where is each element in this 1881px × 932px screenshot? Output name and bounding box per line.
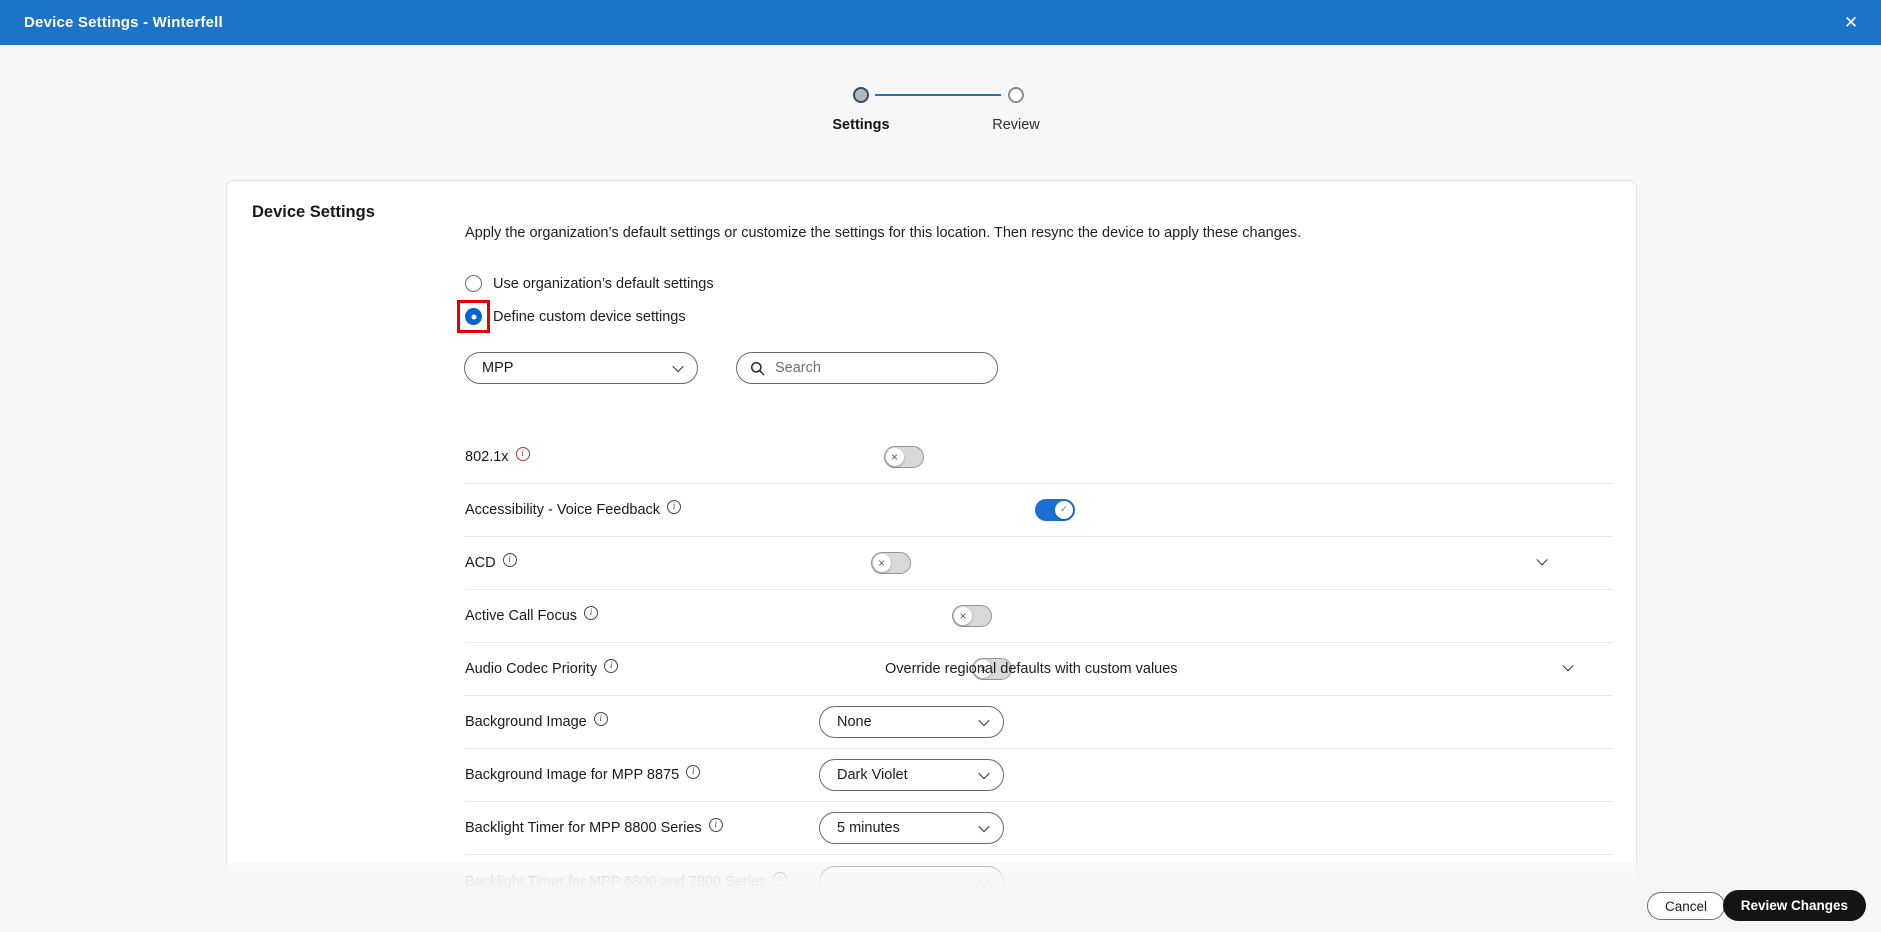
toggle-802-1x[interactable] [883,446,924,468]
step-settings-label: Settings [832,117,890,133]
dropdown-value: 5 minutes [837,820,900,836]
setting-label: Accessibility - Voice Feedback [465,500,682,518]
step-review-indicator [1008,87,1024,103]
chevron-down-icon [978,767,990,780]
setting-row: Accessibility - Voice Feedback [465,484,1612,537]
info-icon[interactable] [604,659,619,673]
check-icon [1055,501,1074,519]
chevron-down-icon [978,714,990,727]
chevron-down-icon [978,820,990,833]
setting-label: Backlight Timer for MPP 8800 Series [465,818,723,836]
info-icon[interactable] [515,447,530,461]
info-icon[interactable] [584,606,599,620]
setting-label: Active Call Focus [465,606,599,624]
search-box[interactable] [736,352,998,384]
setting-note: Override regional defaults with custom v… [885,661,1178,677]
setting-row: Background Image None [465,696,1612,749]
cancel-button[interactable]: Cancel [1646,892,1725,920]
stepper-connector [875,94,1001,96]
settings-mode-radio-group: Use organization’s default settings Defi… [457,275,714,341]
info-icon[interactable] [708,818,723,832]
cross-icon [885,448,904,466]
search-input[interactable] [775,360,985,376]
info-icon[interactable] [502,553,517,567]
dropdown-value: Dark Violet [837,767,908,783]
setting-row: Audio Codec Priority Override regional de… [465,643,1612,696]
settings-card: Device Settings Apply the organization’s… [226,180,1637,928]
dropdown-background-image[interactable]: None [819,706,1004,738]
radio-option-custom[interactable]: Define custom device settings [457,300,714,333]
setting-label: ACD [465,553,517,571]
info-icon[interactable] [686,765,701,779]
search-icon [750,361,765,375]
expand-chevron-down-icon[interactable] [1562,658,1574,676]
dropdown-background-image-for-mpp-8875[interactable]: Dark Violet [819,759,1004,791]
review-changes-button[interactable]: Review Changes [1722,890,1866,921]
toggle-acd[interactable] [870,552,911,574]
radio-unselected-icon[interactable] [465,275,482,292]
setting-row: Active Call Focus [465,590,1612,643]
settings-list: 802.1x Accessibility - Voice Feedback ACD A… [465,431,1612,908]
setting-row: Background Image for MPP 8875 Dark Violet [465,749,1612,802]
radio-option-org-default[interactable]: Use organization’s default settings [465,275,714,292]
radio-selected-icon[interactable] [465,308,482,325]
setting-row: Backlight Timer for MPP 8800 Series 5 min… [465,802,1612,855]
step-review-label: Review [992,117,1040,133]
settings-description: Apply the organization’s default setting… [465,225,1302,241]
device-type-dropdown[interactable]: MPP [464,352,698,384]
dropdown-backlight-timer-for-mpp-8800-series[interactable]: 5 minutes [819,812,1004,844]
toggle-active-call-focus[interactable] [952,605,993,627]
cross-icon [954,607,973,625]
setting-label: 802.1x [465,447,530,465]
info-icon[interactable] [667,500,682,514]
setting-row: 802.1x [465,431,1612,484]
cross-icon [872,554,891,572]
setting-row: ACD [465,537,1612,590]
card-title: Device Settings [252,203,375,221]
close-icon[interactable]: ✕ [1837,0,1865,45]
radio-option-label: Define custom device settings [493,308,686,325]
modal-title: Device Settings - Winterfell [24,14,223,31]
modal-footer: Cancel Review Changes [0,862,1881,932]
device-settings-modal: Device Settings - Winterfell ✕ Settings … [0,0,1881,932]
expand-chevron-down-icon[interactable] [1536,552,1548,570]
modal-header: Device Settings - Winterfell ✕ [0,0,1881,45]
device-type-dropdown-value: MPP [482,360,514,376]
setting-label: Background Image for MPP 8875 [465,765,701,783]
toggle-accessibility-voice-feedback[interactable] [1035,499,1076,521]
info-icon[interactable] [593,712,608,726]
dropdown-value: None [837,714,872,730]
chevron-down-icon [672,360,684,373]
radio-option-label: Use organization’s default settings [493,275,714,292]
setting-label: Background Image [465,712,608,730]
step-settings-indicator [853,87,869,103]
setting-label: Audio Codec Priority [465,659,619,677]
